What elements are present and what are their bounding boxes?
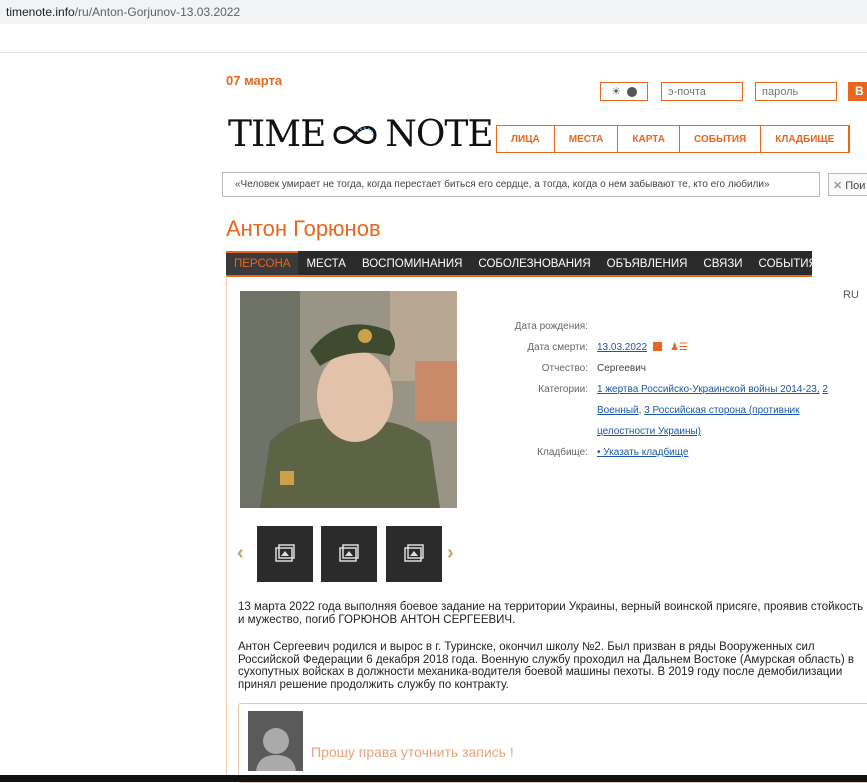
- gallery-thumb[interactable]: [257, 526, 313, 582]
- birth-date-label: Дата рождения:: [514, 321, 588, 332]
- tab-condolences[interactable]: СОБОЛЕЗНОВАНИЯ: [470, 251, 598, 275]
- header-divider: [0, 52, 867, 53]
- calendar-icon[interactable]: [653, 342, 663, 351]
- logo-text-right: NOTE: [385, 114, 493, 155]
- site-logo[interactable]: TIME NOTE: [228, 114, 494, 155]
- image-placeholder-icon: [404, 544, 424, 562]
- nav-item-map[interactable]: КАРТА: [618, 126, 680, 152]
- gallery-thumb[interactable]: [386, 526, 442, 582]
- url-path: /ru/Anton-Gorjunov-13.03.2022: [74, 5, 241, 19]
- browser-address-bar[interactable]: timenote.info/ru/Anton-Gorjunov-13.03.20…: [0, 0, 867, 24]
- cemetery-label: Кладбище:: [537, 447, 588, 458]
- user-silhouette-icon: [248, 711, 303, 771]
- patronymic-label: Отчество:: [541, 363, 588, 374]
- comment-card: [238, 703, 867, 783]
- tab-places[interactable]: МЕСТА: [298, 251, 354, 275]
- image-placeholder-icon: [275, 544, 295, 562]
- category-link-3[interactable]: 3 Российская сторона (противник: [644, 405, 799, 416]
- nav-item-cemetery[interactable]: КЛАДБИЩЕ: [761, 126, 850, 152]
- biography-paragraph-1: 13 марта 2022 года выполняя боевое задан…: [238, 601, 864, 626]
- nav-item-events[interactable]: СОБЫТИЯ: [680, 126, 762, 152]
- death-date-label: Дата смерти:: [527, 342, 588, 353]
- tab-announcements[interactable]: ОБЪЯВЛЕНИЯ: [599, 251, 696, 275]
- person-photo[interactable]: [240, 291, 457, 508]
- patronymic-value: Сергеевич: [597, 363, 647, 374]
- tab-person[interactable]: ПЕРСОНА: [226, 251, 299, 275]
- categories-label: Категории:: [538, 384, 588, 395]
- email-field[interactable]: [661, 82, 743, 101]
- logo-text-left: TIME: [228, 114, 326, 155]
- nav-item-places[interactable]: МЕСТА: [555, 126, 619, 152]
- tab-events[interactable]: СОБЫТИЯ: [751, 251, 825, 275]
- search-button[interactable]: ✕ Пои: [828, 173, 867, 196]
- biography-paragraph-2: Антон Сергеевич родился и вырос в г. Тур…: [238, 641, 855, 691]
- category-link-3-cont[interactable]: целостности Украины): [597, 426, 701, 437]
- specify-cemetery-link[interactable]: • Указать кладбище: [597, 447, 688, 458]
- main-nav: ЛИЦА МЕСТА КАРТА СОБЫТИЯ КЛАДБИЩЕ: [496, 125, 851, 153]
- tab-memories[interactable]: ВОСПОМИНАНИЯ: [354, 251, 470, 275]
- portrait-image: [240, 291, 457, 508]
- sun-icon: ☀: [611, 86, 621, 98]
- taskbar-edge: [0, 775, 867, 782]
- categories-line-2: Военный, 3 Российская сторона (противник: [597, 405, 800, 416]
- gallery-thumb[interactable]: [321, 526, 377, 582]
- avatar: [248, 711, 303, 771]
- url-host: timenote.info: [6, 5, 75, 19]
- password-field[interactable]: [755, 82, 837, 101]
- death-date-value: 13.03.2022 ♟☰: [597, 337, 688, 358]
- category-link-2-number[interactable]: 2: [822, 384, 828, 395]
- nav-item-faces[interactable]: ЛИЦА: [497, 126, 555, 152]
- user-list-icon[interactable]: ♟☰: [670, 337, 688, 358]
- image-placeholder-icon: [339, 544, 359, 562]
- theme-toggle[interactable]: ☀: [600, 82, 648, 101]
- categories-line-3: целостности Украины): [597, 421, 701, 442]
- search-label: Пои: [845, 180, 866, 192]
- comment-text: Прошу права уточнить запись !: [311, 744, 514, 760]
- category-link-2[interactable]: Военный: [597, 405, 639, 416]
- person-tabs: ПЕРСОНА МЕСТА ВОСПОМИНАНИЯ СОБОЛЕЗНОВАНИ…: [226, 251, 817, 277]
- site-quote: «Человек умирает не тогда, когда переста…: [222, 172, 820, 197]
- moon-dot-icon: [626, 86, 637, 97]
- categories-line-1: 1 жертва Российско-Украинской войны 2014…: [597, 379, 828, 400]
- login-button[interactable]: В: [848, 82, 867, 101]
- gallery-next-button[interactable]: ›: [447, 542, 454, 565]
- gallery-prev-button[interactable]: ‹: [237, 542, 244, 565]
- tab-relations[interactable]: СВЯЗИ: [695, 251, 750, 275]
- current-date: 07 марта: [226, 73, 283, 88]
- page-title: Антон Горюнов: [226, 216, 381, 241]
- category-link-1[interactable]: 1 жертва Российско-Украинской войны 2014…: [597, 384, 820, 395]
- language-switch[interactable]: RU: [843, 289, 859, 301]
- close-icon: ✕: [833, 180, 843, 192]
- death-date-link[interactable]: 13.03.2022: [597, 342, 647, 353]
- infinity-icon: [333, 125, 377, 144]
- cemetery-value: • Указать кладбище: [597, 442, 688, 463]
